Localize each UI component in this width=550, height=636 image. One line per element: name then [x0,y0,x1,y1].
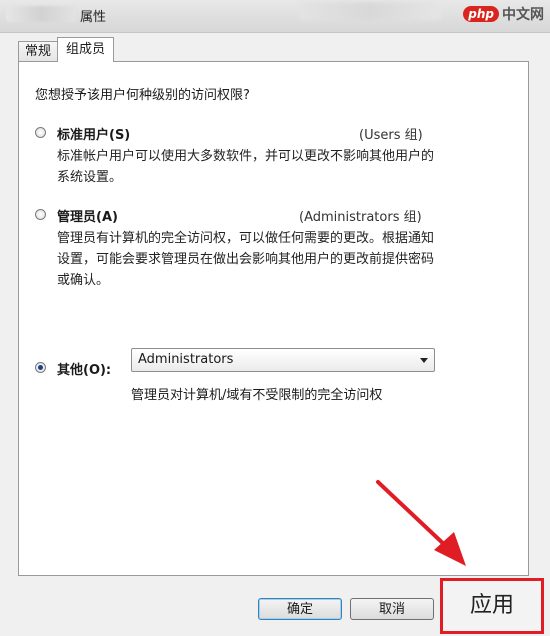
title-username-redacted [6,6,76,22]
access-level-question: 您想授予该用户何种级别的访问权限? [35,88,250,103]
group-membership-panel: 您想授予该用户何种级别的访问权限? 标准用户(S) (Users 组) 标准帐户… [18,61,529,576]
title-bar[interactable]: 属性 php 中文网 [0,0,550,33]
radio-administrator[interactable] [35,209,46,220]
standard-user-label[interactable]: 标准用户(S) [57,124,130,143]
watermark: php 中文网 [463,4,544,24]
users-group-label: (Users 组) [359,128,423,143]
other-group-select-value: Administrators [138,352,234,367]
cancel-button[interactable]: 取消 [350,598,434,620]
standard-user-description: 标准帐户用户可以使用大多数软件，并可以更改不影响其他用户的系统设置。 [57,149,435,185]
apply-button[interactable]: 应用 [443,581,541,631]
other-group-description: 管理员对计算机/域有不受限制的完全访问权 [131,388,383,403]
other-group-select[interactable]: Administrators [131,348,435,372]
tab-group-membership[interactable]: 组成员 [57,37,115,62]
watermark-logo: php [463,6,499,22]
ok-button[interactable]: 确定 [258,598,342,620]
tab-general[interactable]: 常规 [18,41,59,62]
apply-highlight-box: 应用 [440,578,544,634]
radio-standard-user[interactable] [35,127,46,138]
tab-strip: 常规 组成员 [18,37,115,62]
administrator-label[interactable]: 管理员(A) [57,206,118,225]
window-title: 属性 [80,10,107,25]
watermark-text: 中文网 [502,7,544,23]
administrators-group-label: (Administrators 组) [299,210,422,225]
administrator-description: 管理员有计算机的完全访问权，可以做任何需要的更改。根据通知设置，可能会要求管理员… [57,231,435,288]
properties-window: 属性 php 中文网 常规 组成员 您想授予该用户何种级别的访问权限? 标准用户… [0,0,550,636]
other-label[interactable]: 其他(O): [57,359,111,378]
radio-other[interactable] [35,362,46,373]
chevron-down-icon[interactable] [420,358,428,363]
title-blurred-area [300,2,440,20]
